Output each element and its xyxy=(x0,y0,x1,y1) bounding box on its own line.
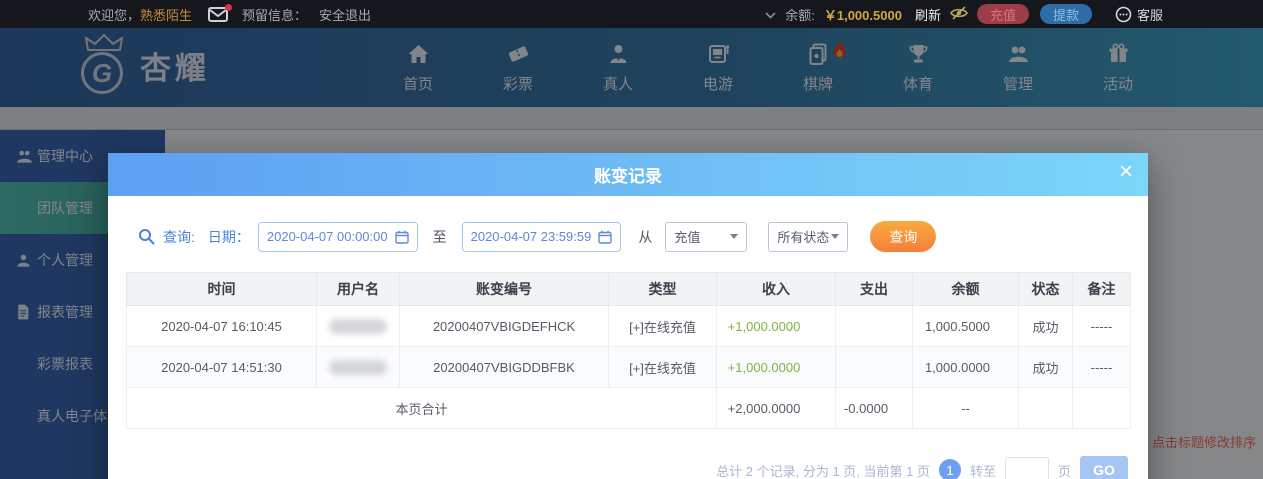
cell-income: +1,000.0000 xyxy=(716,346,836,388)
logout-link[interactable]: 安全退出 xyxy=(319,5,371,24)
column-header-余额[interactable]: 余额 xyxy=(912,272,1019,306)
table-header-row: 时间 用户名 账变编号 类型 收入 支出 余额 状态 备注 xyxy=(126,272,1131,306)
footer-note xyxy=(1072,387,1131,429)
date-from-input[interactable]: 2020-04-07 00:00:00 xyxy=(257,221,418,252)
refresh-button[interactable]: 刷新 xyxy=(915,5,941,24)
footer-label: 本页合计 xyxy=(126,387,717,429)
cell-income: +1,000.0000 xyxy=(716,305,836,347)
blurred-username xyxy=(329,318,387,334)
column-header-状态[interactable]: 状态 xyxy=(1018,272,1073,306)
balance-label: 余额: xyxy=(785,7,815,23)
goto-label: 转至 xyxy=(969,463,996,479)
customer-service-button[interactable]: 客服 xyxy=(1115,5,1163,24)
welcome-text: 欢迎您， xyxy=(88,7,141,23)
app-window: 欢迎您， 熟悉陌生 预留信息： 安全退出 余额: ￥1,000.5000 刷新 xyxy=(0,0,1263,479)
cell-note: ----- xyxy=(1072,346,1131,388)
date-to-input[interactable]: 2020-04-07 23:59:59 xyxy=(461,221,622,252)
cell-type: [+]在线充值 xyxy=(608,305,717,347)
column-header-支出[interactable]: 支出 xyxy=(835,272,913,306)
table-row: 2020-04-07 16:10:45 20200407VBIGDEFHCK [+]… xyxy=(126,305,1131,347)
topbar-right: 余额: ￥1,000.5000 刷新 充值 提款 客服 xyxy=(765,4,1163,24)
withdraw-button[interactable]: 提款 xyxy=(1039,4,1092,24)
footer-balance: -- xyxy=(912,387,1019,429)
type-select[interactable]: 充值 xyxy=(665,221,748,252)
column-header-时间[interactable]: 时间 xyxy=(126,272,317,306)
column-header-用户名[interactable]: 用户名 xyxy=(316,272,400,306)
table-row: 2020-04-07 14:51:30 20200407VBIGDDBFBK [+]… xyxy=(126,346,1131,388)
topbar-left: 欢迎您， 熟悉陌生 预留信息： 安全退出 xyxy=(88,3,371,24)
modal-header: 账变记录 × xyxy=(108,153,1148,196)
go-button[interactable]: GO xyxy=(1080,456,1128,479)
column-header-类型[interactable]: 类型 xyxy=(608,272,717,306)
pagination: 总计 2 个记录, 分为 1 页, 当前第 1 页 1 转至 页 GO xyxy=(108,456,1128,479)
goto-page-input[interactable] xyxy=(1004,456,1049,479)
cell-expense xyxy=(835,305,913,347)
mail-icon[interactable] xyxy=(208,3,233,22)
cell-balance: 1,000.0000 xyxy=(912,346,1019,388)
calendar-icon xyxy=(598,230,613,244)
query-label: 查询: xyxy=(163,228,195,245)
column-header-备注[interactable]: 备注 xyxy=(1072,272,1131,306)
type-select-value: 充值 xyxy=(674,230,701,245)
status-select[interactable]: 所有状态 xyxy=(768,221,849,252)
calendar-icon xyxy=(394,230,409,244)
table-footer-row: 本页合计 +2,000.0000 -0.0000 -- xyxy=(126,387,1131,429)
caret-down-icon xyxy=(831,234,840,239)
chat-icon xyxy=(1115,6,1132,22)
chevron-down-icon[interactable] xyxy=(765,7,776,22)
column-header-收入[interactable]: 收入 xyxy=(716,272,836,306)
cell-time: 2020-04-07 14:51:30 xyxy=(126,346,317,388)
blurred-username xyxy=(329,359,387,375)
status-select-value: 所有状态 xyxy=(777,230,830,245)
cell-username xyxy=(316,346,400,388)
notification-dot xyxy=(225,3,233,11)
cell-change-id: 20200407VBIGDEFHCK xyxy=(399,305,609,347)
close-icon[interactable]: × xyxy=(1119,160,1133,184)
search-icon xyxy=(138,228,155,245)
recharge-button[interactable]: 充值 xyxy=(976,4,1029,24)
account-change-modal: 账变记录 × 查询: 日期： 2020-04-07 00:00:00 至 202… xyxy=(108,153,1148,479)
column-header-账变编号[interactable]: 账变编号 xyxy=(399,272,609,306)
cell-status: 成功 xyxy=(1018,346,1073,388)
cell-username xyxy=(316,305,400,347)
cell-time: 2020-04-07 16:10:45 xyxy=(126,305,317,347)
page-unit-label: 页 xyxy=(1057,463,1071,479)
username-text: 熟悉陌生 xyxy=(140,7,193,23)
date-from-value: 2020-04-07 00:00:00 xyxy=(266,229,388,244)
caret-down-icon xyxy=(730,234,739,239)
records-table: 时间 用户名 账变编号 类型 收入 支出 余额 状态 备注 2020-04-07 16:10:45… xyxy=(126,272,1131,429)
reserved-info-label: 预留信息： xyxy=(242,7,308,23)
to-label: 至 xyxy=(432,228,447,245)
cell-status: 成功 xyxy=(1018,305,1073,347)
cell-balance: 1,000.5000 xyxy=(912,305,1019,347)
cell-expense xyxy=(835,346,913,388)
balance-value: ￥1,000.5000 xyxy=(823,7,902,23)
from-label: 从 xyxy=(638,228,653,245)
service-label: 客服 xyxy=(1136,7,1163,23)
cell-change-id: 20200407VBIGDDBFBK xyxy=(399,346,609,388)
search-toolbar: 查询: 日期： 2020-04-07 00:00:00 至 2020-04-07… xyxy=(138,221,1148,252)
topbar: 欢迎您， 熟悉陌生 预留信息： 安全退出 余额: ￥1,000.5000 刷新 xyxy=(0,0,1263,28)
date-to-value: 2020-04-07 23:59:59 xyxy=(470,229,592,244)
footer-expense: -0.0000 xyxy=(835,387,913,429)
cell-note: ----- xyxy=(1072,305,1131,347)
search-button[interactable]: 查询 xyxy=(870,221,937,252)
cell-type: [+]在线充值 xyxy=(608,346,717,388)
footer-status xyxy=(1018,387,1073,429)
modal-title: 账变记录 xyxy=(594,167,662,186)
pagination-summary: 总计 2 个记录, 分为 1 页, 当前第 1 页 xyxy=(716,463,930,479)
eye-off-icon[interactable] xyxy=(949,5,968,23)
footer-income: +2,000.0000 xyxy=(716,387,836,429)
page-number-button[interactable]: 1 xyxy=(938,459,961,479)
date-label: 日期： xyxy=(207,228,250,245)
